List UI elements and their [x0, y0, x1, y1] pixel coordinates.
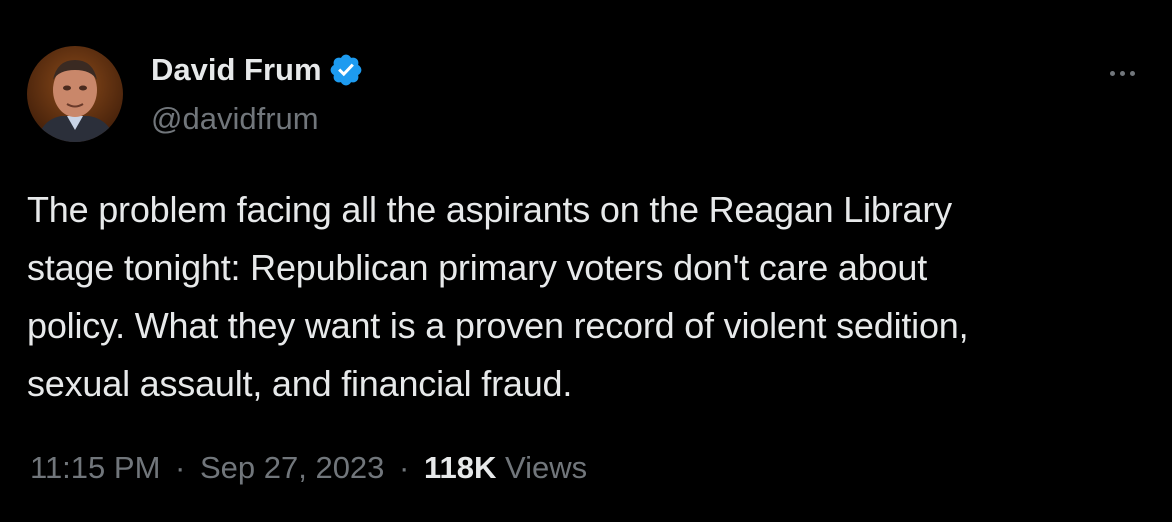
tweet-text: The problem facing all the aspirants on …	[27, 189, 969, 404]
author-display-name[interactable]: David Frum	[151, 50, 322, 90]
tweet: David Frum @davidfrum The problem facing…	[0, 0, 1172, 522]
tweet-metadata: 11:15 PM · Sep 27, 2023 · 118K Views	[30, 446, 587, 490]
avatar[interactable]	[27, 46, 123, 142]
avatar-image	[27, 46, 123, 142]
views-count[interactable]: 118K	[424, 450, 496, 485]
verified-badge-icon[interactable]	[328, 52, 364, 88]
author-name-row[interactable]: David Frum	[151, 50, 364, 90]
more-horizontal-icon[interactable]	[1102, 56, 1142, 90]
separator: ·	[399, 450, 410, 485]
author-handle[interactable]: @davidfrum	[151, 99, 319, 139]
tweet-date[interactable]: Sep 27, 2023	[200, 450, 384, 485]
separator: ·	[175, 450, 186, 485]
views-label[interactable]: Views	[505, 450, 587, 485]
tweet-time[interactable]: 11:15 PM	[30, 450, 160, 485]
